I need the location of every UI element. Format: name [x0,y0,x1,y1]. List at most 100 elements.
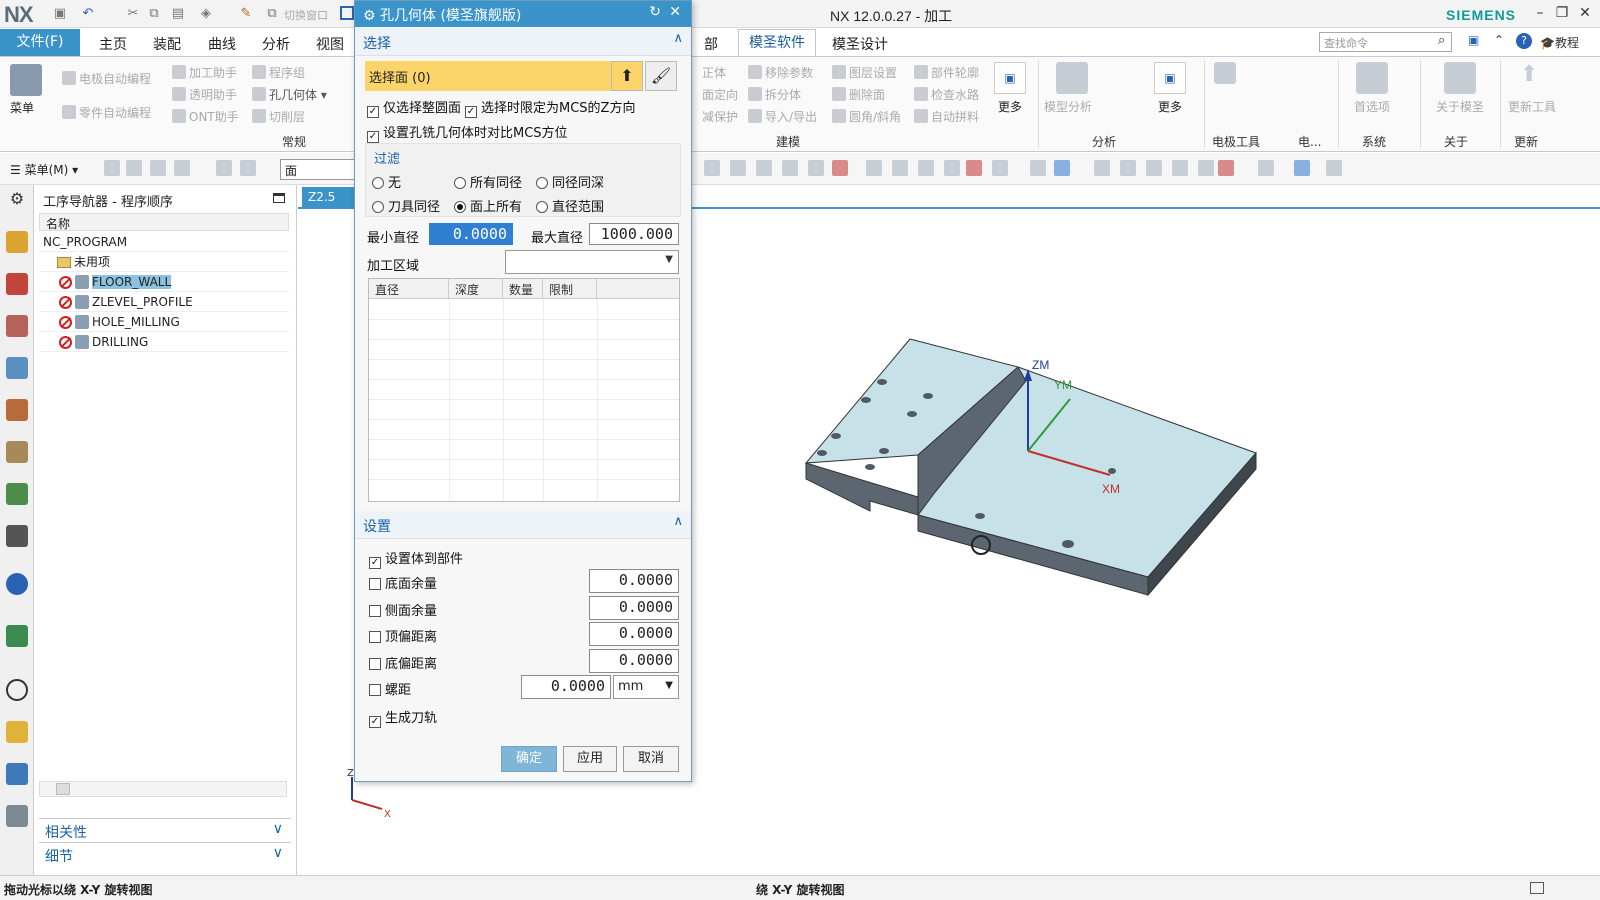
tab-assembly[interactable]: 装配 [153,34,181,54]
snap-icon[interactable] [832,160,848,176]
process-icon[interactable] [6,625,28,647]
details-panel-header[interactable]: 细节 ∨ [39,842,291,866]
machining-region-select[interactable]: ▼ [505,250,679,274]
snap-icon[interactable] [944,160,960,176]
import-export-button[interactable]: 导入/导出 [748,108,817,125]
view-icon[interactable] [1094,160,1110,176]
assembly-navigator-icon[interactable] [6,231,28,253]
cut-icon[interactable]: ✂ [125,6,141,22]
robot-icon[interactable] [6,805,28,827]
snap-icon[interactable] [808,160,824,176]
section-settings-header[interactable]: 设置 ∧ [355,511,691,539]
view-icon[interactable] [1218,160,1234,176]
paste-icon[interactable]: ▤ [170,6,186,22]
column-header[interactable]: 数量 [503,279,543,299]
floor-stock-input[interactable]: 0.0000 [589,569,679,593]
update-tool-button[interactable]: 更新工具 [1508,98,1556,115]
role-icon[interactable] [6,721,28,743]
mcs-compare-option[interactable]: ✓ 设置孔铣几何体时对比MCS方位 [367,122,568,143]
toolbar-icon[interactable] [104,160,120,176]
pitch-option[interactable]: 螺距 [369,679,411,698]
collapse-ribbon-icon[interactable]: ⌃ [1494,33,1504,47]
toolbar-icon[interactable] [150,160,166,176]
fillet-chamfer-button[interactable]: 圆角/斜角 [832,108,901,125]
tree-row-zlevel-profile[interactable]: ZLEVEL_PROFILE [39,292,289,312]
check-waterline-button[interactable]: 检查水路 [914,86,979,103]
select-face-pick-icon[interactable]: ⬆ [611,61,643,91]
tab-mosheng-design[interactable]: 模圣设计 [832,34,888,54]
tree-row-drilling[interactable]: DRILLING [39,332,289,352]
tab-analysis[interactable]: 分析 [262,34,290,54]
checkbox-unchecked[interactable] [369,658,381,670]
filter-same-dia-depth-radio[interactable]: 同径同深 [536,172,604,191]
pitch-input[interactable]: 0.0000 [521,675,611,699]
radio-off[interactable] [454,177,466,189]
checkbox-unchecked[interactable] [369,631,381,643]
restore-icon[interactable]: ❐ [1552,5,1572,23]
settings-gear-icon[interactable]: ⚙ [6,189,28,211]
hole-geometry-button[interactable]: 孔几何体 ▾ [252,86,327,103]
generate-path-option[interactable]: ✓ 生成刀轨 [369,707,437,728]
view-icon[interactable] [1120,160,1136,176]
checkbox-checked[interactable]: ✓ [369,557,381,569]
menu-dropdown[interactable]: ☰ 菜单(M) ▾ [10,161,78,178]
part-auto-program-button[interactable]: 零件自动编程 [62,104,151,121]
checkbox-unchecked[interactable] [369,684,381,696]
type-filter-select[interactable]: 面 [280,159,360,180]
filter-none-radio[interactable]: 无 [372,172,401,191]
ok-button[interactable]: 确定 [501,746,557,772]
info-icon[interactable] [6,573,28,595]
constraint-navigator-icon[interactable] [6,273,28,295]
window-layout-icon[interactable]: ▣ [1468,33,1479,47]
radio-off[interactable] [536,177,548,189]
view-icon[interactable] [1326,160,1342,176]
auto-stock-button[interactable]: 自动拼料 [914,108,979,125]
snap-icon[interactable] [992,160,1008,176]
body-button[interactable]: 正体 [702,64,726,81]
delete-face-button[interactable]: 删除面 [832,86,885,103]
machining-helper-button[interactable]: 加工助手 [172,64,237,81]
column-header[interactable]: 直径 [369,279,449,299]
tree-row-unused[interactable]: 未用项 [39,252,289,272]
checkbox-unchecked[interactable] [369,578,381,590]
brush-select-icon[interactable]: 🖌 [645,61,677,91]
more-modeling-icon[interactable]: ▣ [994,62,1026,94]
operation-navigator-icon[interactable] [6,357,28,379]
apply-button[interactable]: 应用 [563,746,617,772]
machine-tool-icon[interactable] [6,399,28,421]
reset-icon[interactable]: ↻ [649,4,661,20]
top-offset-option[interactable]: 顶偏距离 [369,626,437,645]
top-offset-input[interactable]: 0.0000 [589,622,679,646]
repeat-command-icon[interactable]: ◈ [198,6,214,22]
tutorial-button[interactable]: 🎓教程 [1540,34,1579,51]
tab-home[interactable]: 主页 [99,34,127,54]
pitch-unit-select[interactable]: mm ▼ [613,675,679,699]
window-frame-icon[interactable] [340,6,354,20]
electrode-auto-program-button[interactable]: 电极自动编程 [62,70,151,87]
filter-dia-range-radio[interactable]: 直径范围 [536,196,604,215]
cut-level-button[interactable]: 切削层 [252,108,305,125]
toolbar-icon[interactable] [174,160,190,176]
checkbox-unchecked[interactable] [369,605,381,617]
radio-off[interactable] [372,177,384,189]
radio-off[interactable] [372,201,384,213]
side-stock-option[interactable]: 侧面余量 [369,600,437,619]
column-header[interactable]: 深度 [449,279,503,299]
more-analysis-label[interactable]: 更多 [1158,98,1182,115]
column-header[interactable]: 限制 [543,279,597,299]
transparent-helper-button[interactable]: 透明助手 [172,86,237,103]
filter-all-on-face-radio[interactable]: 面上所有 [454,196,522,215]
more-modeling-label[interactable]: 更多 [998,98,1022,115]
related-panel-header[interactable]: 相关性 ∨ [39,818,291,842]
render-icon[interactable] [1030,160,1046,176]
floor-stock-option[interactable]: 底面余量 [369,573,437,592]
command-search-input[interactable]: 查找命令 [1319,32,1452,52]
undo-icon[interactable]: ↶ [80,6,96,22]
side-stock-input[interactable]: 0.0000 [589,596,679,620]
select-face-row[interactable]: 选择面 (0) [365,61,615,91]
snap-icon[interactable] [782,160,798,176]
snap-icon[interactable] [756,160,772,176]
checkbox-checked[interactable]: ✓ [369,716,381,728]
checkbox-checked[interactable]: ✓ [367,131,379,143]
switch-window-label[interactable]: 切换窗口 [284,7,328,23]
